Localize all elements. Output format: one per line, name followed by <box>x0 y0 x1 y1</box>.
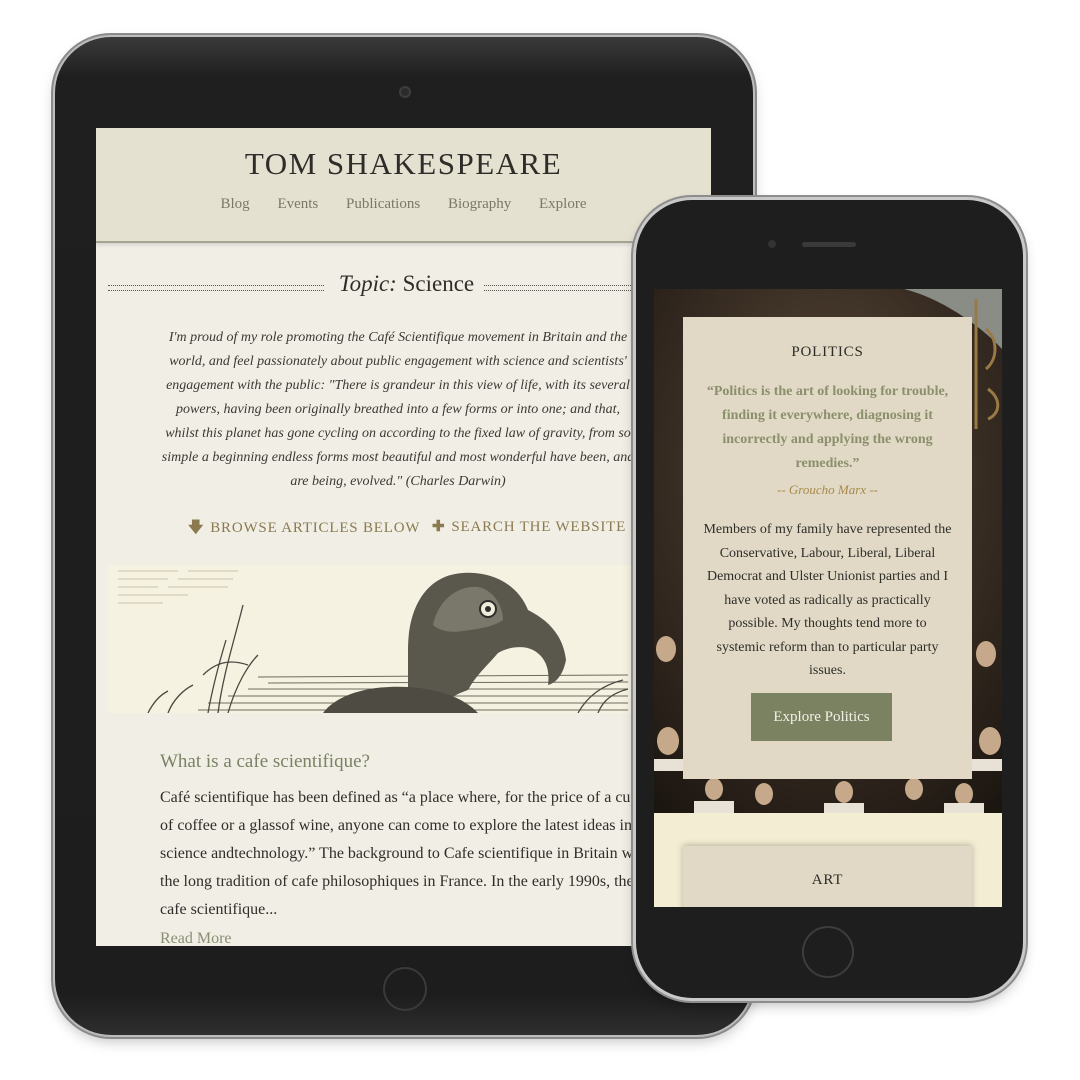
nav-blog[interactable]: Blog <box>221 196 250 212</box>
tablet-home-button[interactable] <box>383 967 427 1011</box>
plus-icon: ✚ <box>432 519 446 535</box>
nav-events[interactable]: Events <box>277 196 318 212</box>
phone-home-button[interactable] <box>802 926 854 978</box>
heading-divider-left <box>108 285 324 291</box>
nav-publications[interactable]: Publications <box>346 196 420 212</box>
politics-description: Members of my family have represented th… <box>703 522 952 678</box>
search-website-label: SEARCH THE WEBSITE <box>451 519 627 535</box>
arrow-down-icon: 🡇 <box>188 520 205 536</box>
browse-articles-label: BROWSE ARTICLES BELOW <box>210 520 421 536</box>
art-card[interactable]: ART <box>683 846 972 907</box>
site-header: TOM SHAKESPEARE Blog Events Publications… <box>96 128 711 243</box>
topic-heading-row: Topic: Science <box>108 271 711 301</box>
post-excerpt: Café scientifique has been defined as “a… <box>160 789 647 918</box>
tablet-screen: TOM SHAKESPEARE Blog Events Publications… <box>96 128 711 946</box>
phone-screen: POLITICS “Politics is the art of looking… <box>654 289 1002 907</box>
nav-explore[interactable]: Explore <box>539 196 586 212</box>
read-more-link[interactable]: Read More <box>160 930 232 946</box>
quote-attribution: -- Groucho Marx -- <box>777 482 878 497</box>
explore-politics-button[interactable]: Explore Politics <box>751 693 892 741</box>
nav-biography[interactable]: Biography <box>448 196 511 212</box>
politics-quote: “Politics is the art of looking for trou… <box>706 384 949 471</box>
dodo-engraving <box>108 565 633 713</box>
topic-heading: Topic: Science <box>334 271 479 297</box>
politics-card: POLITICS “Politics is the art of looking… <box>683 317 972 779</box>
post-title-link[interactable]: What is a cafe scientifique? <box>160 751 370 773</box>
phone-device: POLITICS “Politics is the art of looking… <box>636 200 1023 998</box>
art-card-title: ART <box>811 872 844 888</box>
tablet-camera-icon <box>399 86 411 98</box>
site-title[interactable]: TOM SHAKESPEARE <box>96 146 711 182</box>
phone-camera-icon <box>768 240 776 248</box>
main-nav: Blog Events Publications Biography Explo… <box>96 196 711 213</box>
topic-name: Science <box>402 271 475 296</box>
phone-speaker <box>802 242 856 247</box>
browse-articles-link[interactable]: 🡇 BROWSE ARTICLES BELOW <box>188 517 420 542</box>
politics-card-title: POLITICS <box>791 344 864 360</box>
topic-prefix: Topic: <box>338 271 397 296</box>
article-hero-image[interactable] <box>108 565 633 713</box>
search-website-link[interactable]: ✚ SEARCH THE WEBSITE <box>432 517 626 536</box>
topic-intro-quote: I'm proud of my role promoting the Café … <box>161 330 635 489</box>
